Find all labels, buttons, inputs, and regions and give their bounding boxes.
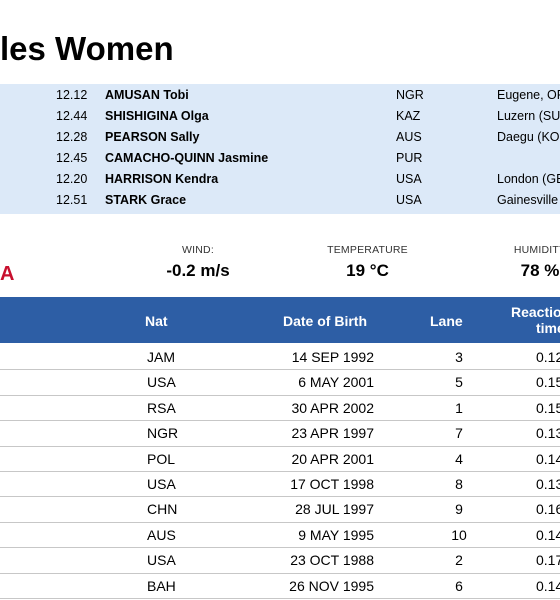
cell-reaction-time: 0.14 [536,450,560,467]
table-row: POL 20 APR 2001 4 0.14 [0,447,560,472]
record-time: 12.51 [56,193,88,207]
record-time: 12.28 [56,130,88,144]
cell-date-of-birth: 26 NOV 1995 [289,577,374,594]
cell-date-of-birth: 30 APR 2002 [291,399,374,416]
cell-reaction-time: 0.14 [536,526,560,543]
temperature-value: 19 °C [346,261,389,280]
cell-date-of-birth: 23 APR 1997 [291,425,374,442]
cell-date-of-birth: 17 OCT 1998 [290,475,374,492]
record-place: Gainesville [497,193,559,207]
record-place: Luzern (SUI) [497,109,560,123]
column-header-nat: Nat [145,313,168,329]
record-name: STARK Grace [105,193,187,207]
table-row: RSA 30 APR 2002 1 0.15 [0,396,560,422]
table-row: USA 6 MAY 2001 5 0.15 [0,370,560,396]
cell-nat: USA [147,475,176,492]
temperature-label: TEMPERATURE [327,244,408,256]
page-title: les Women [0,30,174,67]
table-row: AUS 9 MAY 1995 10 0.14 [0,523,560,549]
humidity-value: 78 % [520,261,560,280]
table-row: NGR 23 APR 1997 7 0.13 [0,421,560,447]
temperature-condition: TEMPERATURE 19 °C [305,244,430,281]
column-header-lane: Lane [430,313,463,329]
cell-date-of-birth: 20 APR 2001 [291,450,374,467]
column-header-date-of-birth: Date of Birth [283,313,367,329]
records-panel: 12.12 AMUSAN Tobi NGR Eugene, OR 12.44 S… [0,84,560,214]
cell-reaction-time: 0.12 [536,349,560,365]
cell-nat: AUS [147,526,176,543]
table-row: USA 17 OCT 1998 8 0.13 [0,472,560,498]
record-time: 12.44 [56,109,88,123]
cell-date-of-birth: 9 MAY 1995 [298,526,374,543]
cell-reaction-time: 0.15 [536,374,560,391]
cell-lane: 8 [455,475,463,492]
record-place: Eugene, OR [497,88,560,102]
cell-nat: RSA [147,399,176,416]
wind-value: -0.2 m/s [166,261,230,280]
cell-nat: BAH [147,577,176,594]
cell-lane: 7 [455,425,463,442]
record-time: 12.45 [56,151,88,165]
wind-condition: WIND: -0.2 m/s [148,244,248,281]
cell-reaction-time: 0.13 [536,425,560,442]
record-nat: USA [396,193,422,207]
wind-label: WIND: [182,244,214,256]
cell-reaction-time: 0.16 [536,501,560,518]
record-nat: AUS [396,130,422,144]
cell-lane: 2 [455,552,463,569]
record-row: 12.44 SHISHIGINA Olga KAZ Luzern (SUI) [0,106,560,127]
cell-nat: JAM [147,349,175,365]
record-time: 12.20 [56,172,88,186]
record-nat: PUR [396,151,423,165]
record-name: AMUSAN Tobi [105,88,189,102]
record-nat: USA [396,172,422,186]
cell-nat: NGR [147,425,179,442]
record-row: 12.28 PEARSON Sally AUS Daegu (KOR) [0,127,560,148]
cell-lane: 1 [455,399,463,416]
record-time: 12.12 [56,88,88,102]
record-name: HARRISON Kendra [105,172,219,186]
cell-lane: 3 [455,349,463,365]
record-row: 12.12 AMUSAN Tobi NGR Eugene, OR [0,85,560,106]
record-name: SHISHIGINA Olga [105,109,209,123]
table-row: CHN 28 JUL 1997 9 0.16 [0,497,560,523]
record-nat: NGR [396,88,424,102]
cell-lane: 5 [455,374,463,391]
humidity-label: HUMIDITY [513,244,560,256]
cell-lane: 4 [455,450,463,467]
results-table-header: Nat Date of Birth Lane Reaction time [0,297,560,343]
record-nat: KAZ [396,109,421,123]
cell-reaction-time: 0.13 [536,475,560,492]
brand-letter: A [0,263,15,285]
cell-date-of-birth: 14 SEP 1992 [291,349,374,365]
record-place: Daegu (KOR) [497,130,560,144]
record-name: PEARSON Sally [105,130,200,144]
cell-date-of-birth: 23 OCT 1988 [290,552,374,569]
cell-nat: CHN [147,501,178,518]
cell-reaction-time: 0.14 [536,577,560,594]
cell-reaction-time: 0.17 [536,552,560,569]
reaction-header-line2: time [536,320,560,336]
record-name: CAMACHO-QUINN Jasmine [105,151,269,165]
record-row: 12.51 STARK Grace USA Gainesville [0,190,560,211]
cell-reaction-time: 0.15 [536,399,560,416]
table-row: BAH 26 NOV 1995 6 0.14 [0,574,560,599]
cell-nat: USA [147,552,176,569]
cell-lane: 6 [455,577,463,594]
record-row: 12.20 HARRISON Kendra USA London (GBR) [0,169,560,190]
cell-date-of-birth: 6 MAY 2001 [298,374,374,391]
cell-nat: USA [147,374,176,391]
humidity-condition: HUMIDITY 78 % [490,244,560,281]
cell-nat: POL [147,450,176,467]
table-row: JAM 14 SEP 1992 3 0.12 [0,345,560,371]
cell-lane: 9 [455,501,463,518]
table-row: USA 23 OCT 1988 2 0.17 [0,548,560,574]
column-header-reaction-time: Reaction time [511,304,560,336]
record-place: London (GBR) [497,172,560,186]
results-table-body: JAM 14 SEP 1992 3 0.12 USA 6 MAY 2001 5 … [0,345,560,599]
record-row: 12.45 CAMACHO-QUINN Jasmine PUR [0,148,560,169]
reaction-header-line1: Reaction [511,304,560,320]
cell-date-of-birth: 28 JUL 1997 [295,501,374,518]
cell-lane: 10 [451,526,467,543]
